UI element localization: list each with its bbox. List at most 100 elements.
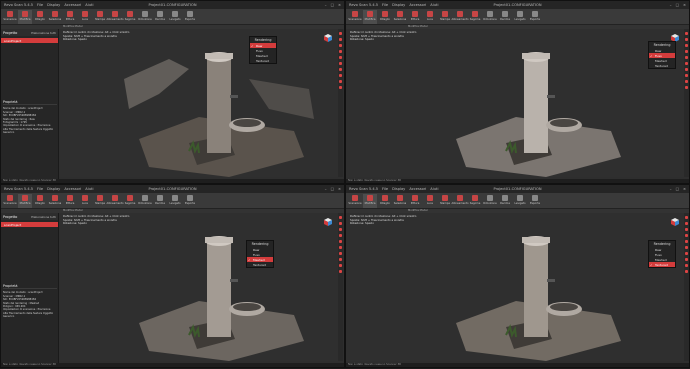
ribbon-button[interactable]: Ritaglio <box>33 10 47 24</box>
minimize-icon[interactable]: – <box>670 187 672 191</box>
tab-project[interactable]: Progetto <box>3 215 17 219</box>
ribbon-button[interactable]: Decima <box>153 194 167 208</box>
ribbon-button[interactable]: Luce <box>78 10 92 24</box>
ribbon-button[interactable]: Ritaglio <box>378 10 392 24</box>
ribbon-button[interactable]: Stampa <box>93 194 107 208</box>
ribbon-button[interactable]: Allineamento <box>451 10 469 24</box>
menu-aiuti[interactable]: Aiuti <box>85 3 93 7</box>
ribbon-button[interactable]: Pittura <box>408 10 422 24</box>
close-icon[interactable]: × <box>338 3 341 7</box>
ribbon-button[interactable]: Ritaglio <box>33 194 47 208</box>
maximize-icon[interactable]: □ <box>676 3 679 7</box>
ribbon-button[interactable]: Luce <box>78 194 92 208</box>
3d-viewport[interactable]: Definisci il centro di rotazione: Alt + … <box>59 29 339 177</box>
project-item[interactable]: scanProject <box>1 222 58 227</box>
ribbon-button[interactable]: Pittura <box>63 10 77 24</box>
menu-display[interactable]: Display <box>392 187 405 191</box>
menu-accessori[interactable]: Accessori <box>409 3 426 7</box>
render-option-textured[interactable]: Textured <box>250 58 276 63</box>
ribbon-button[interactable]: Stampa <box>438 10 452 24</box>
ribbon-button[interactable]: Esporta <box>183 10 197 24</box>
ribbon-button[interactable]: Ritaglio <box>378 194 392 208</box>
ribbon-button[interactable]: Esporta <box>528 10 542 24</box>
tool-icon <box>97 194 103 201</box>
ribbon-button[interactable]: Sagome <box>468 10 482 24</box>
ribbon-button[interactable]: Pittura <box>408 194 422 208</box>
maximize-icon[interactable]: □ <box>331 3 334 7</box>
maximize-icon[interactable]: □ <box>331 187 334 191</box>
ribbon-button[interactable]: Sagome <box>123 10 137 24</box>
ribbon-button[interactable]: Stampa <box>93 10 107 24</box>
minimize-icon[interactable]: – <box>325 187 327 191</box>
render-option-textured[interactable]: Textured <box>649 262 675 267</box>
menu-accessori[interactable]: Accessori <box>409 187 426 191</box>
ribbon-button[interactable]: Stampa <box>438 194 452 208</box>
ribbon-button[interactable]: Rimozione <box>138 10 152 24</box>
ribbon-button[interactable]: Allineamento <box>106 194 124 208</box>
ribbon-button[interactable]: Rimozione <box>483 194 497 208</box>
3d-viewport[interactable]: Definisci il centro di rotazione: Alt + … <box>346 213 686 361</box>
menu-display[interactable]: Display <box>47 3 60 7</box>
menu-aiuti[interactable]: Aiuti <box>430 187 438 191</box>
ribbon-button[interactable]: Rimozione <box>138 194 152 208</box>
ribbon-button[interactable]: Seleziona <box>393 194 407 208</box>
close-icon[interactable]: × <box>683 3 686 7</box>
menu-aiuti[interactable]: Aiuti <box>430 3 438 7</box>
ribbon-button[interactable]: Seleziona <box>48 194 62 208</box>
ribbon-button[interactable]: Allineamento <box>106 10 124 24</box>
rendering-menu: Rendering Raw Fuso Meshed Textured <box>246 240 274 268</box>
ribbon-button[interactable]: Scansione <box>3 194 17 208</box>
minimize-icon[interactable]: – <box>325 3 327 7</box>
ribbon-button[interactable]: Rimozione <box>483 10 497 24</box>
orientation-cube-icon[interactable] <box>323 33 333 43</box>
close-icon[interactable]: × <box>683 187 686 191</box>
ribbon-button[interactable]: Levigato <box>168 194 182 208</box>
orientation-cube-icon[interactable] <box>670 217 680 227</box>
ribbon-button[interactable]: Modifica <box>18 9 32 24</box>
ribbon-button[interactable]: Levigato <box>513 194 527 208</box>
menu-file[interactable]: File <box>382 187 388 191</box>
render-option-textured[interactable]: Textured <box>247 262 273 267</box>
minimize-icon[interactable]: – <box>670 3 672 7</box>
ribbon-button[interactable]: Modifica <box>18 193 32 208</box>
ribbon-button[interactable]: Seleziona <box>393 10 407 24</box>
maximize-icon[interactable]: □ <box>676 187 679 191</box>
ribbon-button[interactable]: Allineamento <box>451 194 469 208</box>
tab-edit-all[interactable]: Elaborazione tutti <box>31 31 56 35</box>
ribbon-button[interactable]: Modifica <box>363 9 377 24</box>
ribbon-button[interactable]: Esporta <box>528 194 542 208</box>
ribbon-button[interactable]: Sagome <box>468 194 482 208</box>
ribbon-button[interactable]: Levigato <box>513 10 527 24</box>
ribbon-button[interactable]: Decima <box>498 10 512 24</box>
ribbon-button[interactable]: Decima <box>153 10 167 24</box>
menu-file[interactable]: File <box>37 187 43 191</box>
ribbon-button[interactable]: Levigato <box>168 10 182 24</box>
orientation-cube-icon[interactable] <box>323 217 333 227</box>
menu-display[interactable]: Display <box>47 187 60 191</box>
ribbon-button[interactable]: Esporta <box>183 194 197 208</box>
ribbon-button[interactable]: Decima <box>498 194 512 208</box>
menu-aiuti[interactable]: Aiuti <box>85 187 93 191</box>
ribbon-button[interactable]: Luce <box>423 194 437 208</box>
menu-accessori[interactable]: Accessori <box>64 187 81 191</box>
ribbon-button[interactable]: Scansione <box>3 10 17 24</box>
ribbon-button[interactable]: Scansione <box>348 194 362 208</box>
ribbon-button[interactable]: Scansione <box>348 10 362 24</box>
project-item[interactable]: scanProject <box>1 38 58 43</box>
menu-file[interactable]: File <box>37 3 43 7</box>
render-option-textured[interactable]: Textured <box>649 63 675 68</box>
3d-viewport[interactable]: Definisci il centro di rotazione: Alt + … <box>346 29 686 177</box>
ribbon-button[interactable]: Modifica <box>363 193 377 208</box>
close-icon[interactable]: × <box>338 187 341 191</box>
tab-edit-all[interactable]: Elaborazione tutti <box>31 215 56 219</box>
ribbon-button[interactable]: Pittura <box>63 194 77 208</box>
ribbon-label: Decima <box>155 17 165 21</box>
ribbon-button[interactable]: Luce <box>423 10 437 24</box>
tab-project[interactable]: Progetto <box>3 31 17 35</box>
3d-viewport[interactable]: Definisci il centro di rotazione: Alt + … <box>59 213 339 361</box>
menu-file[interactable]: File <box>382 3 388 7</box>
ribbon-button[interactable]: Sagome <box>123 194 137 208</box>
ribbon-button[interactable]: Seleziona <box>48 10 62 24</box>
menu-accessori[interactable]: Accessori <box>64 3 81 7</box>
menu-display[interactable]: Display <box>392 3 405 7</box>
